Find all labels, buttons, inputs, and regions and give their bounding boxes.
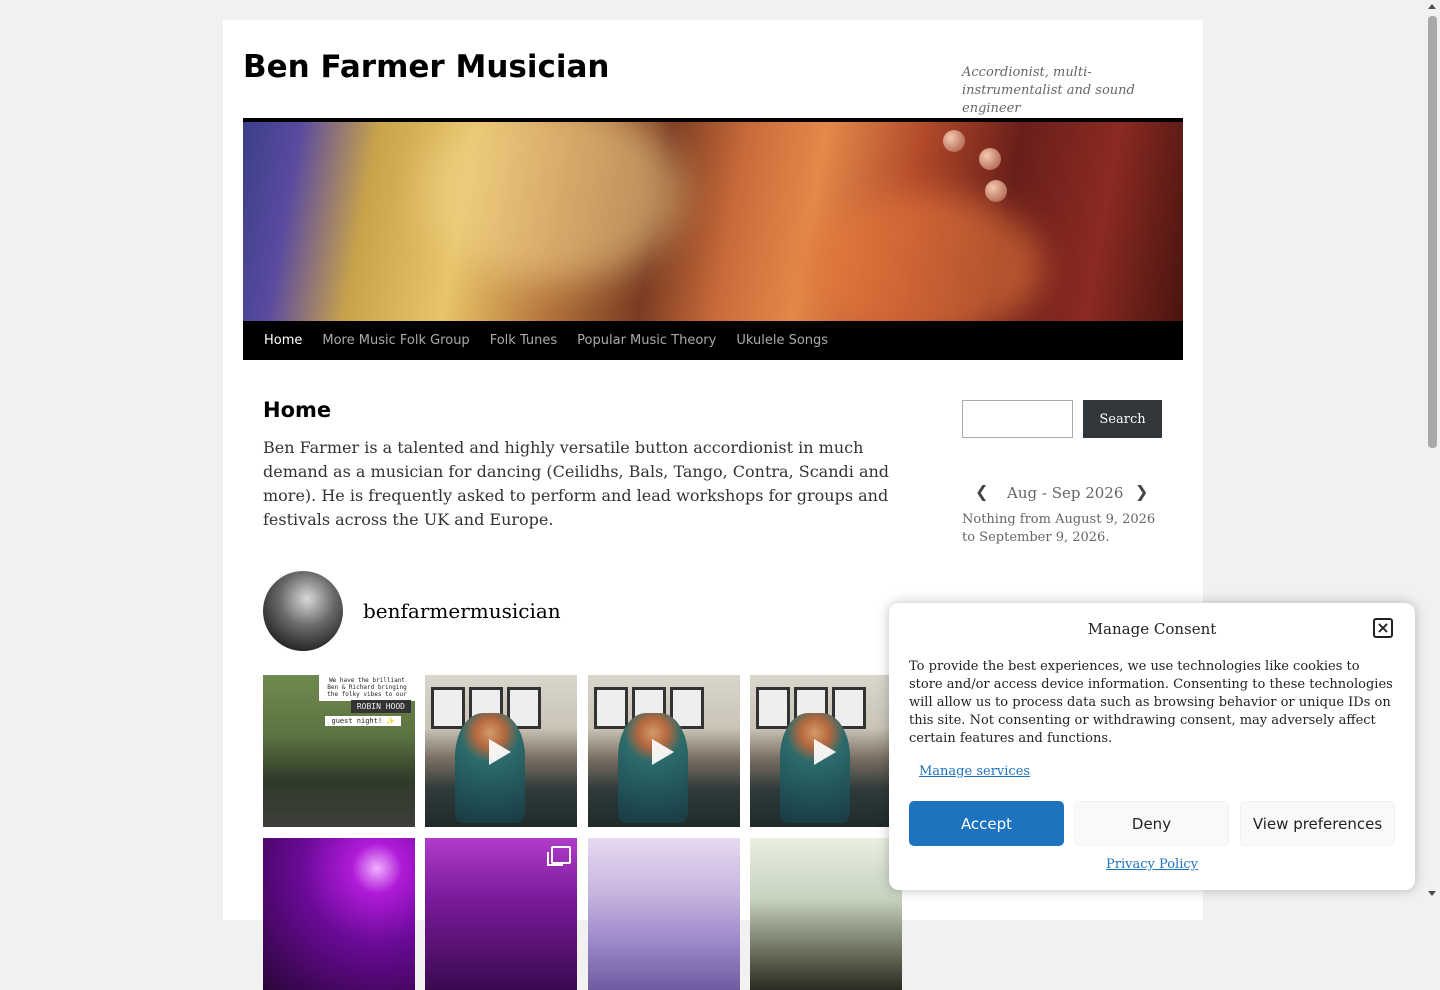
chevron-right-icon[interactable]: ❯ [1135,483,1148,501]
instagram-avatar[interactable] [263,571,343,651]
nav-item-ukulele-songs[interactable]: Ukulele Songs [726,333,838,348]
scrollbar-thumb[interactable] [1428,16,1437,448]
cookie-consent-dialog: Manage Consent × To provide the best exp… [889,603,1415,890]
play-icon [489,739,511,765]
scroll-down-arrow-icon[interactable] [1428,891,1436,896]
post-caption-footer: guest night! ✨ [325,716,401,726]
main-navigation: Home More Music Folk Group Folk Tunes Po… [243,321,1183,360]
instagram-post[interactable] [750,838,902,990]
calendar-range: Aug - Sep 2026 [1007,484,1124,502]
instagram-post[interactable]: We have the brilliant Ben & Richard brin… [263,675,415,827]
nav-item-home[interactable]: Home [254,333,312,348]
play-icon [814,739,836,765]
site-description: Accordionist, multi-instrumentalist and … [962,65,1135,116]
manage-services-link[interactable]: Manage services [919,764,1030,779]
instagram-video-post[interactable] [425,675,577,827]
instagram-post[interactable] [588,838,740,990]
accept-button[interactable]: Accept [909,801,1064,846]
close-icon[interactable]: × [1373,618,1393,638]
chevron-left-icon[interactable]: ❮ [975,483,988,501]
nav-item-more-music-folk-group[interactable]: More Music Folk Group [312,333,479,348]
play-icon [652,739,674,765]
search-input[interactable] [962,400,1073,438]
carousel-icon [547,846,571,866]
instagram-video-post[interactable] [588,675,740,827]
nav-item-folk-tunes[interactable]: Folk Tunes [480,333,567,348]
site-title[interactable]: Ben Farmer Musician [243,49,609,85]
instagram-post[interactable] [263,838,415,990]
scroll-up-arrow-icon[interactable] [1428,4,1436,9]
instagram-username[interactable]: benfarmermusician [363,599,561,623]
deny-button[interactable]: Deny [1074,801,1229,846]
view-preferences-button[interactable]: View preferences [1240,801,1395,846]
calendar-empty-note: Nothing from August 9, 2026 to September… [962,512,1156,545]
post-caption-text: We have the brilliant Ben & Richard brin… [319,675,415,701]
instagram-video-post[interactable] [750,675,902,827]
intro-paragraph: Ben Farmer is a talented and highly vers… [263,438,890,529]
page-title: Home [263,398,332,422]
main-content: Home Ben Farmer is a talented and highly… [263,398,903,532]
search-button[interactable]: Search [1083,400,1162,438]
privacy-policy-link[interactable]: Privacy Policy [889,857,1415,872]
nav-item-popular-music-theory[interactable]: Popular Music Theory [567,333,726,348]
consent-title: Manage Consent [1087,620,1217,638]
instagram-carousel-post[interactable] [425,838,577,990]
header-banner-image [243,122,1183,321]
consent-description: To provide the best experiences, we use … [909,659,1393,746]
calendar-header: ❮ Aug - Sep 2026 ❯ [962,483,1162,503]
page-scrollbar[interactable] [1425,0,1440,900]
instagram-header: benfarmermusician [263,571,561,651]
post-caption-banner: ROBIN HOOD [350,700,411,713]
